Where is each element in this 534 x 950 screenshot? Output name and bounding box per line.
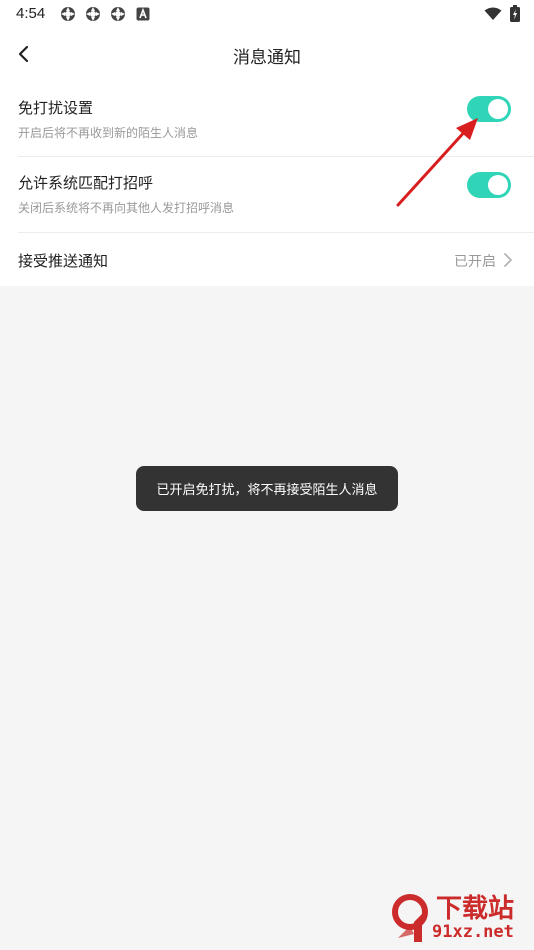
setting-row-system-greeting: 允许系统匹配打招呼 关闭后系统将不再向其他人发打招呼消息 (0, 157, 534, 233)
setting-title: 允许系统匹配打招呼 (18, 174, 154, 192)
status-system-icons (484, 5, 520, 26)
page-title: 消息通知 (233, 48, 301, 68)
setting-subtitle: 开启后将不再收到新的陌生人消息 (18, 126, 199, 140)
app-header: 消息通知 (0, 28, 534, 82)
do-not-disturb-toggle[interactable] (467, 96, 511, 122)
settings-list: 免打扰设置 开启后将不再收到新的陌生人消息 允许系统匹配打招呼 关闭后系统将不再… (0, 82, 534, 286)
status-time: 4:54 (16, 5, 46, 22)
watermark-url: 91xz.net (432, 922, 514, 942)
status-notification-icons (60, 6, 151, 22)
settings-icon (85, 6, 101, 22)
watermark-emblem-icon (392, 894, 428, 942)
toggle-knob (488, 175, 508, 195)
settings-icon (110, 6, 126, 22)
setting-title: 免打扰设置 (18, 99, 94, 117)
setting-title: 接受推送通知 (18, 252, 109, 270)
setting-row-do-not-disturb: 免打扰设置 开启后将不再收到新的陌生人消息 (0, 82, 534, 157)
status-bar: 4:54 (0, 0, 534, 28)
push-status-value: 已开启 (454, 254, 496, 270)
chevron-right-icon (500, 250, 516, 270)
a-box-icon (135, 6, 151, 22)
system-greeting-toggle[interactable] (467, 172, 511, 198)
setting-subtitle: 关闭后系统将不再向其他人发打招呼消息 (18, 201, 235, 215)
watermark-logo: 下载站 91xz.net (392, 888, 534, 950)
settings-icon (60, 6, 76, 22)
toggle-knob (488, 99, 508, 119)
battery-charging-icon (510, 5, 520, 26)
wifi-icon (484, 6, 502, 25)
watermark-text: 下载站 (436, 894, 515, 924)
setting-row-push-notifications[interactable]: 接受推送通知 已开启 (0, 233, 534, 286)
toast-message: 已开启免打扰，将不再接受陌生人消息 (136, 466, 398, 511)
